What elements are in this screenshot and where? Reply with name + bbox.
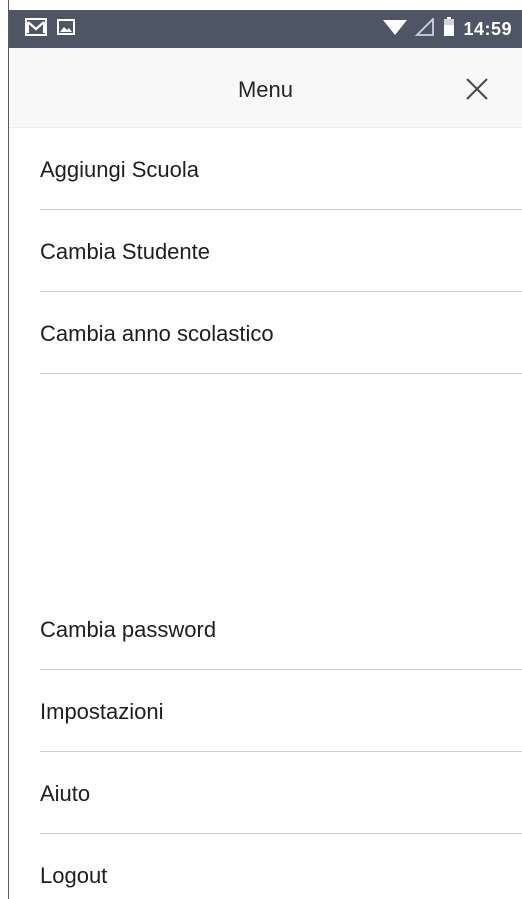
battery-icon [443, 16, 455, 42]
menu-item-aiuto[interactable]: Aiuto [9, 752, 522, 834]
menu-item-cambia-anno-scolastico[interactable]: Cambia anno scolastico [9, 292, 522, 374]
menu-item-label: Cambia Studente [40, 239, 210, 264]
menu-item-aggiungi-scuola[interactable]: Aggiungi Scuola [9, 128, 522, 210]
menu-item-label: Logout [40, 863, 108, 888]
menu-item-cambia-studente[interactable]: Cambia Studente [9, 210, 522, 292]
close-icon [466, 78, 488, 100]
image-icon [57, 18, 75, 40]
wifi-icon [383, 18, 408, 41]
page-title: Menu [237, 77, 294, 102]
menu-item-label: Cambia anno scolastico [40, 321, 274, 346]
status-time: 14:59 [463, 18, 512, 39]
menu-item-impostazioni[interactable]: Impostazioni [9, 670, 522, 752]
left-frame-edge [0, 0, 9, 899]
menu-item-label: Cambia password [40, 617, 217, 642]
signal-icon [415, 16, 435, 41]
status-system: 14:59 [383, 16, 512, 42]
close-button[interactable] [462, 74, 492, 104]
status-notifications [25, 17, 75, 41]
menu-item-label: Impostazioni [40, 699, 164, 724]
menu-item-cambia-password[interactable]: Cambia password [9, 588, 522, 670]
menu-header: Menu [9, 48, 522, 128]
menu-item-label: Aiuto [40, 781, 91, 806]
gmail-icon [25, 17, 47, 41]
menu-item-label: Aggiungi Scuola [40, 157, 200, 182]
menu-divider [40, 373, 522, 374]
menu-item-logout[interactable]: Logout [9, 834, 522, 899]
app-screen: 14:59 Menu Aggiungi Scuola Cambia Studen… [0, 0, 522, 899]
status-bar: 14:59 [9, 10, 522, 48]
